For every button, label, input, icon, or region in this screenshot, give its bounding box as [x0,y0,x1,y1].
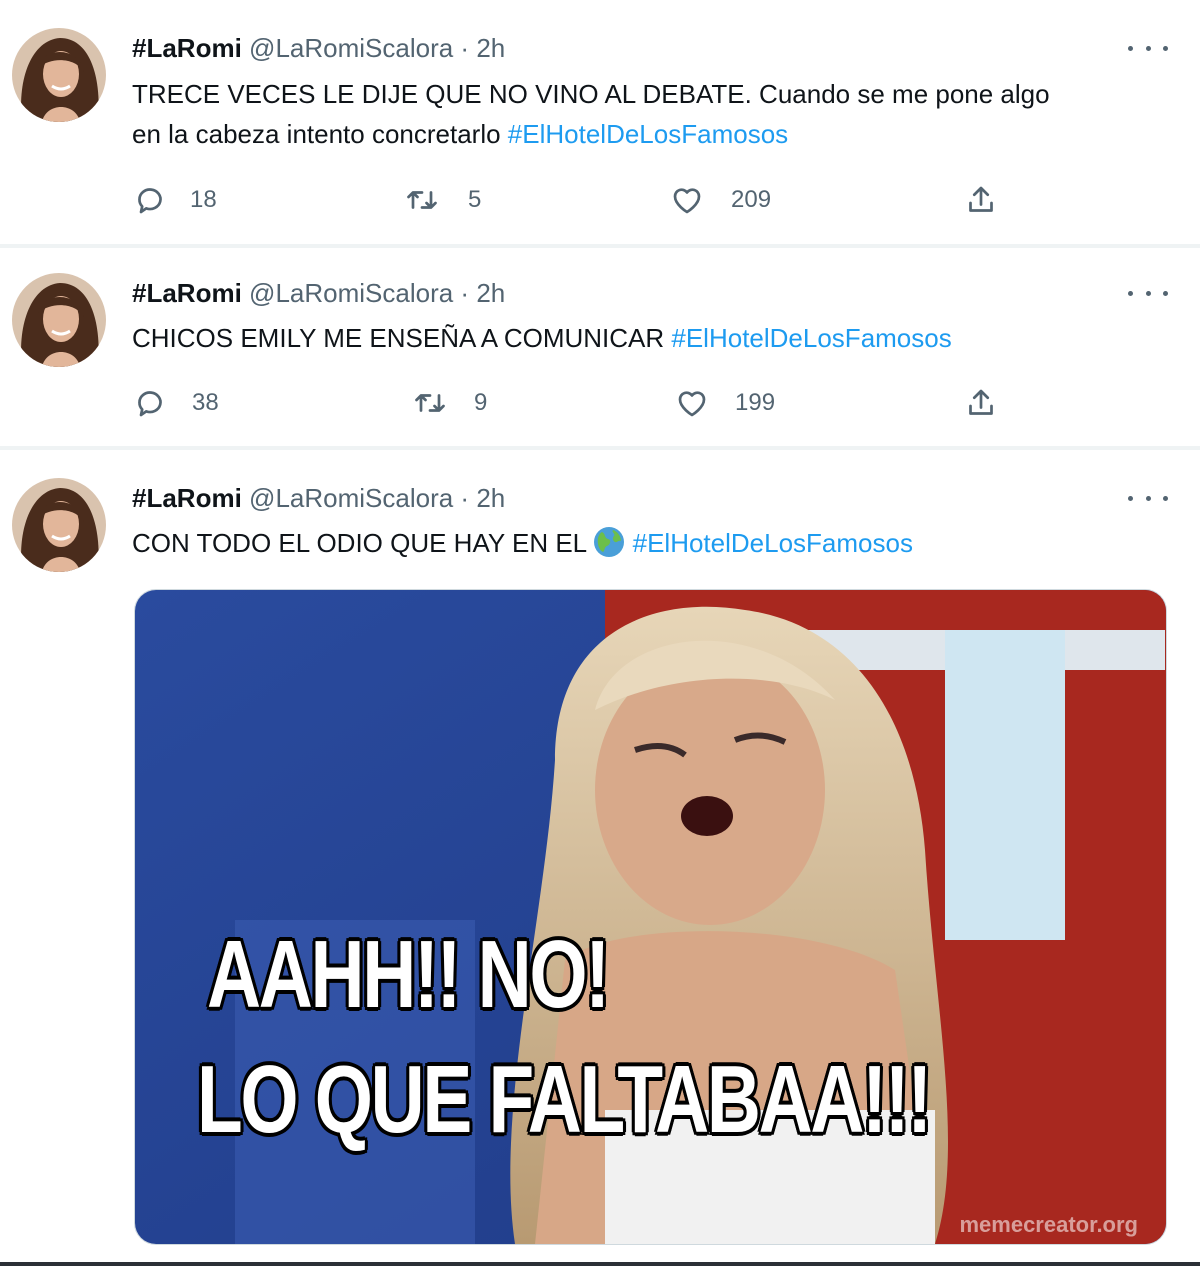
display-name[interactable]: #LaRomi [132,33,242,63]
reply-count: 38 [192,389,219,416]
like-icon [678,391,706,417]
share-icon [969,186,993,212]
reply-count: 18 [190,186,217,213]
meme-caption-line: LO QUE FALTABAA!!! [197,1046,932,1153]
tweet-text: TRECE VECES LE DIJE QUE NO VINO AL DEBAT… [132,74,1177,154]
avatar[interactable] [12,28,106,122]
image-watermark: memecreator.org [959,1212,1138,1237]
reply-button[interactable]: 38 [132,385,219,421]
hashtag-link[interactable]: #ElHotelDeLosFamosos [633,528,913,558]
display-name[interactable]: #LaRomi [132,278,242,308]
tweet-text: CON TODO EL ODIO QUE HAY EN EL #ElHotelD… [132,523,1177,563]
like-count: 199 [735,389,776,416]
share-button[interactable] [963,182,999,218]
tweet[interactable]: #LaRomi @LaRomiScalora · 2h CHICOS EMILY… [0,248,1200,446]
reply-button[interactable]: 18 [132,182,217,218]
separator: · [460,33,470,63]
bottom-border [0,1262,1200,1266]
like-button[interactable]: 199 [674,385,775,421]
tweet-text-line: TRECE VECES LE DIJE QUE NO VINO AL DEBAT… [132,79,1050,109]
tweet-media-image[interactable]: AAHH!! NO! LO QUE FALTABAA!!! memecreato… [134,589,1167,1245]
retweet-count: 9 [474,389,488,416]
tweet-text-line: CON TODO EL ODIO QUE HAY EN EL [132,528,594,558]
tweet-text-line: CHICOS EMILY ME ENSEÑA A COMUNICAR [132,323,672,353]
timestamp[interactable]: 2h [476,278,505,308]
more-icon[interactable] [1128,488,1168,508]
meme-caption-line: AAHH!! NO! [207,921,610,1028]
reply-icon [138,391,162,417]
reply-icon [138,188,162,214]
tweet[interactable]: #LaRomi @LaRomiScalora · 2h TRECE VECES … [0,0,1200,244]
share-button[interactable] [963,385,999,421]
like-button[interactable]: 209 [669,182,771,218]
retweet-button[interactable]: 5 [404,182,481,218]
timestamp[interactable]: 2h [476,33,505,63]
like-icon [673,188,701,214]
user-handle[interactable]: @LaRomiScalora [249,33,453,63]
tweet-text-line: en la cabeza intento concretarlo [132,119,508,149]
user-handle[interactable]: @LaRomiScalora [249,278,453,308]
avatar[interactable] [12,478,106,572]
avatar[interactable] [12,273,106,367]
retweet-icon [415,394,445,412]
timestamp[interactable]: 2h [476,483,505,513]
retweet-count: 5 [468,186,482,213]
share-icon [969,389,993,415]
tweet-text: CHICOS EMILY ME ENSEÑA A COMUNICAR #ElHo… [132,318,1177,358]
retweet-icon [407,191,437,209]
like-count: 209 [731,186,772,213]
more-icon[interactable] [1128,283,1168,303]
retweet-button[interactable]: 9 [412,385,487,421]
display-name[interactable]: #LaRomi [132,483,242,513]
hashtag-link[interactable]: #ElHotelDeLosFamosos [671,323,951,353]
more-icon[interactable] [1128,38,1168,58]
hashtag-link[interactable]: #ElHotelDeLosFamosos [508,119,788,149]
separator: · [460,483,470,513]
globe-emoji-icon [594,527,625,557]
user-handle[interactable]: @LaRomiScalora [249,483,453,513]
separator: · [460,278,470,308]
